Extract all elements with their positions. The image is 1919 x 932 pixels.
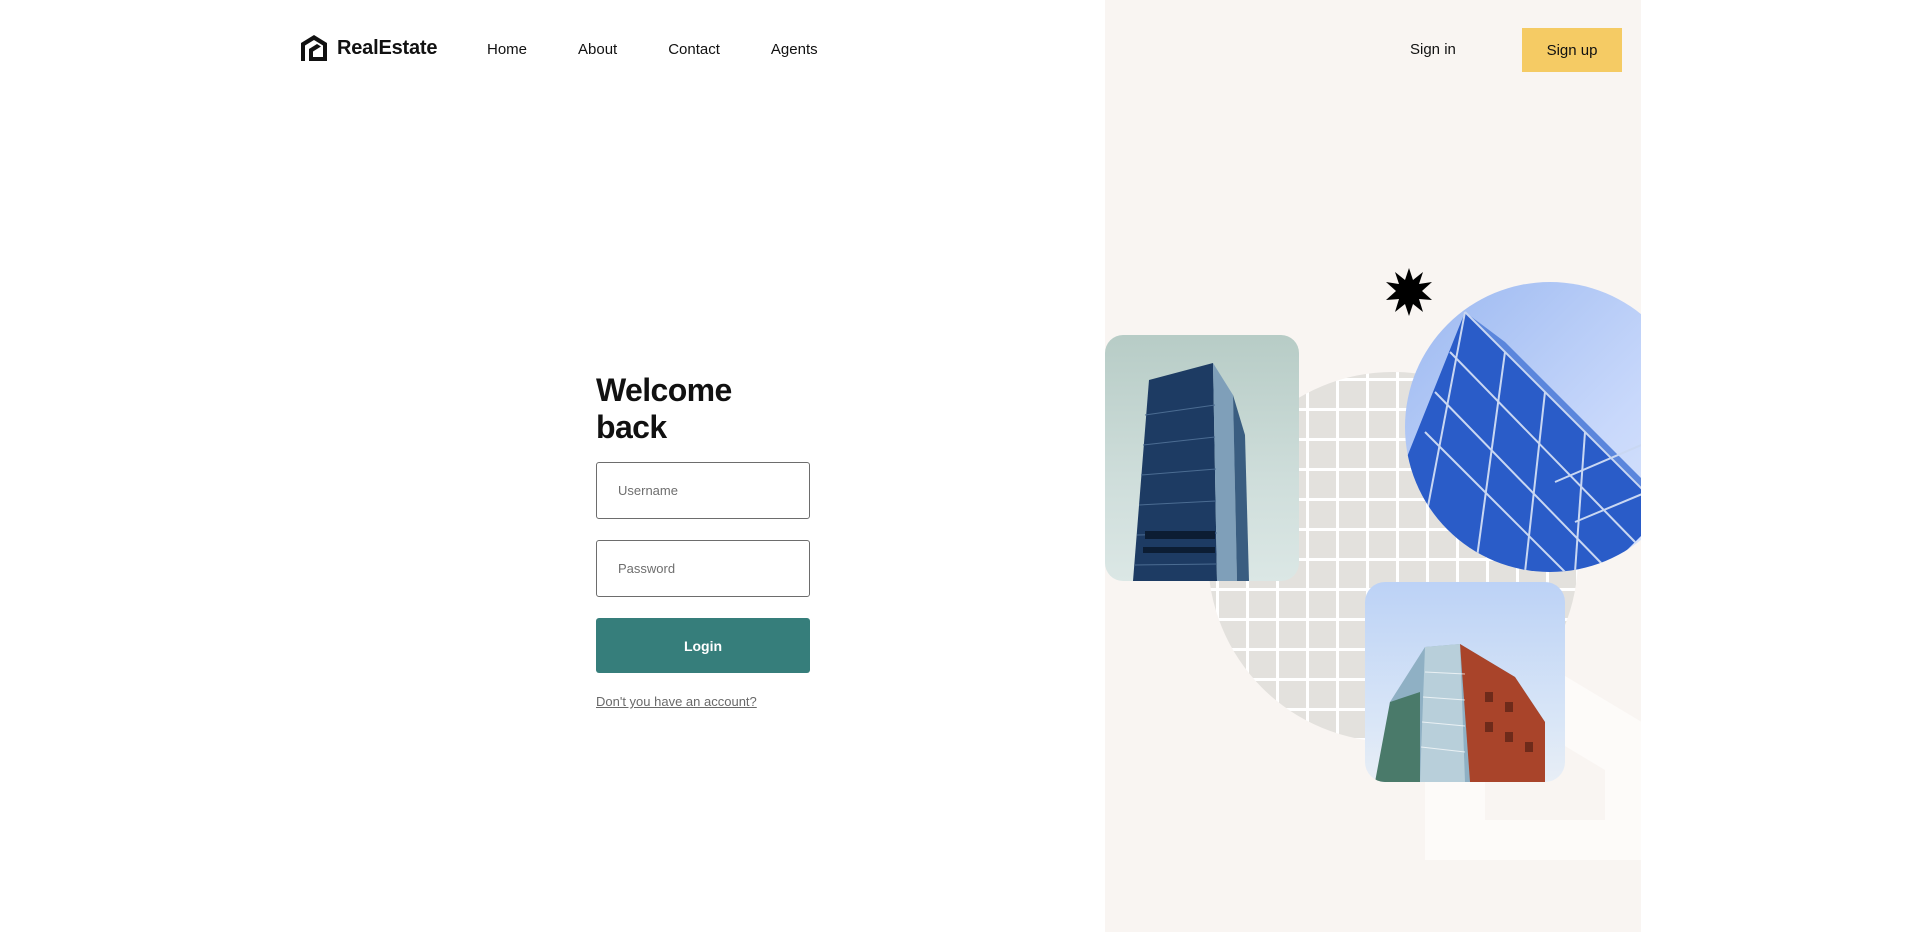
starburst-icon xyxy=(1386,268,1432,316)
sign-in-link[interactable]: Sign in xyxy=(1410,41,1456,58)
login-title: Welcome back xyxy=(596,372,732,445)
nav-item-about[interactable]: About xyxy=(578,41,617,58)
nav-item-agents[interactable]: Agents xyxy=(771,41,818,58)
page: RealEstate Home About Contact Agents Sig… xyxy=(0,0,1919,932)
password-input[interactable] xyxy=(596,540,810,597)
brand-name: RealEstate xyxy=(337,36,438,59)
tower-photo xyxy=(1105,335,1299,581)
nav-item-home[interactable]: Home xyxy=(487,41,527,58)
create-account-link[interactable]: Don't you have an account? xyxy=(596,694,757,709)
brand-logo[interactable]: RealEstate xyxy=(299,33,437,63)
nav-item-contact[interactable]: Contact xyxy=(668,41,720,58)
hero-illustration-panel xyxy=(1105,0,1641,932)
brick-building-photo xyxy=(1365,582,1565,782)
login-button[interactable]: Login xyxy=(596,618,810,673)
main-nav: Home About Contact Agents xyxy=(487,41,869,58)
sign-up-button[interactable]: Sign up xyxy=(1522,28,1622,72)
username-input[interactable] xyxy=(596,462,810,519)
logo-icon xyxy=(301,35,327,61)
login-form: Welcome back Login Don't you have an acc… xyxy=(596,372,810,711)
